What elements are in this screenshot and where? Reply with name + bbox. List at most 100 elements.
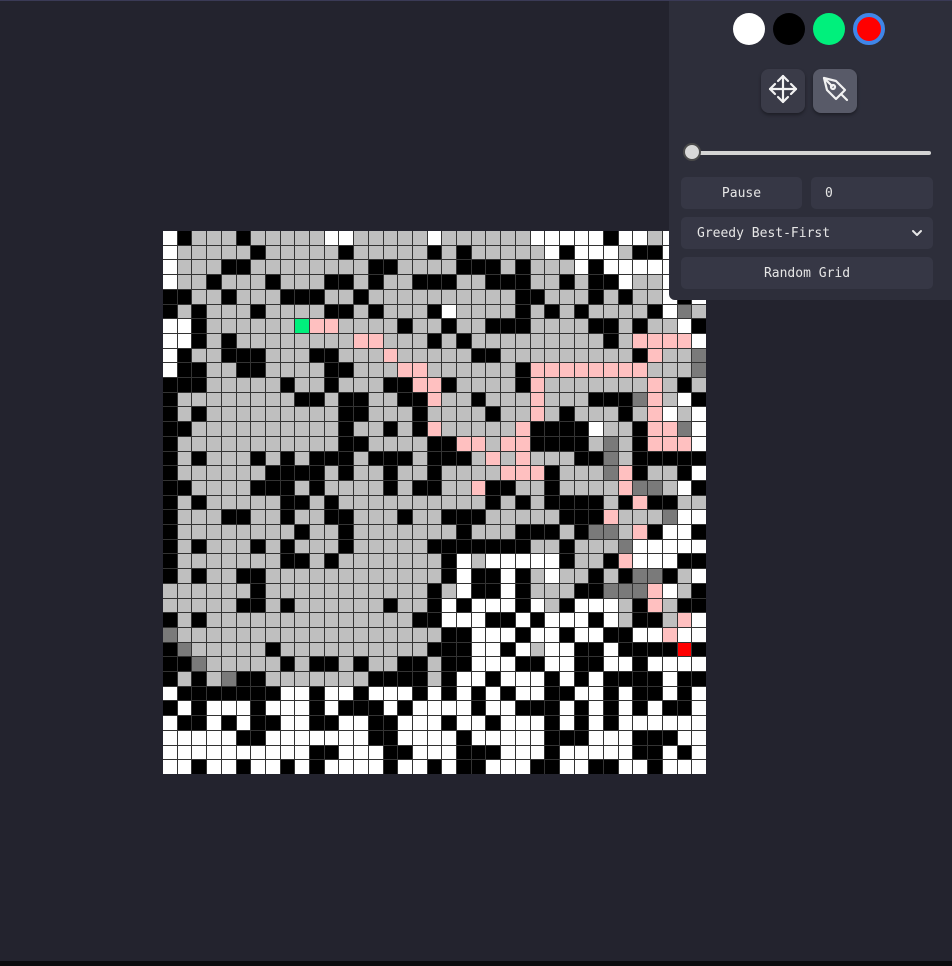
wall-cell[interactable] xyxy=(471,510,486,525)
wall-cell[interactable] xyxy=(574,422,589,436)
wall-cell[interactable] xyxy=(427,304,442,319)
visited-cell[interactable] xyxy=(221,627,236,642)
wall-cell[interactable] xyxy=(574,730,589,745)
visited-cell[interactable] xyxy=(471,363,486,378)
visited-cell[interactable] xyxy=(324,672,339,686)
visited-cell[interactable] xyxy=(192,436,207,451)
wall-cell[interactable] xyxy=(368,716,383,730)
wall-cell[interactable] xyxy=(633,422,648,436)
visited-cell[interactable] xyxy=(221,598,236,613)
wall-cell[interactable] xyxy=(545,422,559,436)
empty-cell[interactable] xyxy=(324,730,339,745)
visited-cell[interactable] xyxy=(310,510,324,525)
visited-cell[interactable] xyxy=(324,260,339,275)
visited-cell[interactable] xyxy=(383,275,398,289)
visited-cell[interactable] xyxy=(530,260,545,275)
wall-cell[interactable] xyxy=(383,745,398,760)
wall-cell[interactable] xyxy=(442,451,457,466)
visited-cell[interactable] xyxy=(339,289,354,304)
visited-cell[interactable] xyxy=(604,495,618,510)
visited-cell[interactable] xyxy=(207,422,221,436)
wall-cell[interactable] xyxy=(310,451,324,466)
visited-cell[interactable] xyxy=(515,333,530,348)
grid-canvas[interactable] xyxy=(163,231,706,774)
wall-cell[interactable] xyxy=(265,480,280,495)
visited-cell[interactable] xyxy=(530,583,545,598)
visited-cell[interactable] xyxy=(618,451,633,466)
visited-cell[interactable] xyxy=(589,333,604,348)
frontier-cell[interactable] xyxy=(163,627,177,642)
wall-cell[interactable] xyxy=(163,304,177,319)
visited-cell[interactable] xyxy=(368,348,383,363)
visited-cell[interactable] xyxy=(177,495,192,510)
empty-cell[interactable] xyxy=(545,613,559,627)
visited-cell[interactable] xyxy=(398,583,412,598)
visited-cell[interactable] xyxy=(501,260,515,275)
empty-cell[interactable] xyxy=(604,745,618,760)
wall-cell[interactable] xyxy=(324,451,339,466)
pen-tool-button[interactable] xyxy=(813,69,857,113)
wall-cell[interactable] xyxy=(427,583,442,598)
wall-cell[interactable] xyxy=(354,657,368,672)
swatch-end[interactable] xyxy=(853,13,885,45)
wall-cell[interactable] xyxy=(442,378,457,392)
visited-cell[interactable] xyxy=(662,363,677,378)
visited-cell[interactable] xyxy=(471,319,486,333)
visited-cell[interactable] xyxy=(324,583,339,598)
wall-cell[interactable] xyxy=(589,392,604,407)
empty-cell[interactable] xyxy=(412,716,427,730)
wall-cell[interactable] xyxy=(427,539,442,554)
empty-cell[interactable] xyxy=(692,730,706,745)
visited-cell[interactable] xyxy=(427,495,442,510)
wall-cell[interactable] xyxy=(515,701,530,716)
visited-cell[interactable] xyxy=(368,627,383,642)
visited-cell[interactable] xyxy=(192,392,207,407)
wall-cell[interactable] xyxy=(163,436,177,451)
visited-cell[interactable] xyxy=(354,495,368,510)
wall-cell[interactable] xyxy=(265,275,280,289)
empty-cell[interactable] xyxy=(589,701,604,716)
empty-cell[interactable] xyxy=(530,231,545,245)
empty-cell[interactable] xyxy=(530,730,545,745)
wall-cell[interactable] xyxy=(236,686,251,701)
wall-cell[interactable] xyxy=(427,642,442,657)
wall-cell[interactable] xyxy=(618,407,633,422)
visited-cell[interactable] xyxy=(236,554,251,569)
path-cell[interactable] xyxy=(501,436,515,451)
visited-cell[interactable] xyxy=(633,378,648,392)
empty-cell[interactable] xyxy=(559,716,574,730)
wall-cell[interactable] xyxy=(354,407,368,422)
visited-cell[interactable] xyxy=(368,422,383,436)
empty-cell[interactable] xyxy=(515,716,530,730)
visited-cell[interactable] xyxy=(559,569,574,583)
wall-cell[interactable] xyxy=(574,525,589,539)
wall-cell[interactable] xyxy=(648,525,662,539)
wall-cell[interactable] xyxy=(515,583,530,598)
empty-cell[interactable] xyxy=(559,231,574,245)
empty-cell[interactable] xyxy=(530,686,545,701)
empty-cell[interactable] xyxy=(221,730,236,745)
wall-cell[interactable] xyxy=(471,260,486,275)
visited-cell[interactable] xyxy=(412,569,427,583)
visited-cell[interactable] xyxy=(295,642,310,657)
empty-cell[interactable] xyxy=(427,745,442,760)
visited-cell[interactable] xyxy=(412,319,427,333)
visited-cell[interactable] xyxy=(339,569,354,583)
path-cell[interactable] xyxy=(618,466,633,480)
visited-cell[interactable] xyxy=(221,319,236,333)
wall-cell[interactable] xyxy=(604,760,618,774)
wall-cell[interactable] xyxy=(618,627,633,642)
wall-cell[interactable] xyxy=(677,686,692,701)
visited-cell[interactable] xyxy=(589,304,604,319)
empty-cell[interactable] xyxy=(692,436,706,451)
empty-cell[interactable] xyxy=(618,701,633,716)
wall-cell[interactable] xyxy=(354,392,368,407)
wall-cell[interactable] xyxy=(486,407,501,422)
wall-cell[interactable] xyxy=(530,525,545,539)
visited-cell[interactable] xyxy=(383,289,398,304)
visited-cell[interactable] xyxy=(442,480,457,495)
visited-cell[interactable] xyxy=(221,422,236,436)
empty-cell[interactable] xyxy=(486,627,501,642)
visited-cell[interactable] xyxy=(295,245,310,260)
wall-cell[interactable] xyxy=(604,554,618,569)
